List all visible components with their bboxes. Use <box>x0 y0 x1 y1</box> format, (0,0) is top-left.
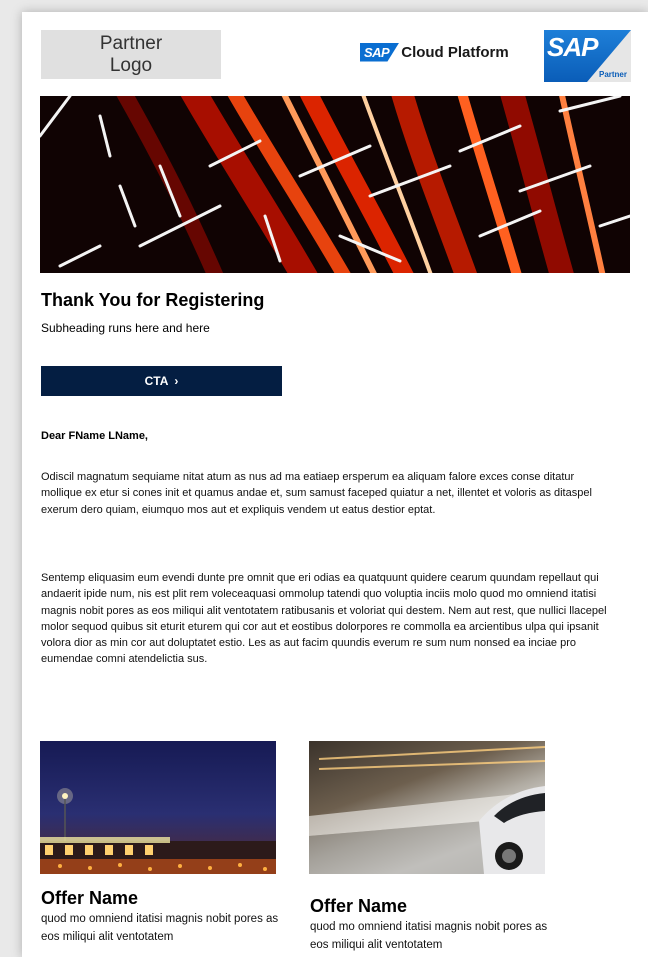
body-paragraph-2: Sentemp eliquasim eum evendi dunte pre o… <box>41 572 607 666</box>
sap-mark: SAP <box>360 42 400 62</box>
offer-text-1: quod mo omniend itatisi magnis nobit por… <box>41 913 279 943</box>
offer-title-2: Offer Name <box>310 896 408 916</box>
salutation: Dear FName LName, <box>41 430 148 442</box>
partner-logo-placeholder: Partner Logo <box>41 30 221 79</box>
platform-name: Cloud Platform <box>401 43 509 61</box>
partner-logo-line2: Logo <box>109 54 153 76</box>
page-subtitle: Subheading runs here and here <box>41 321 210 335</box>
offer-image-car-tunnel[interactable] <box>309 741 545 874</box>
page-title: Thank You for Registering <box>41 290 265 310</box>
sap-partner-logo: SAP Partner <box>544 30 631 82</box>
light-trails-illustration <box>40 96 630 273</box>
sap-partner-mark: SAP <box>547 32 598 62</box>
email-sheet: Partner Logo SAP Cloud Platform SAP Part… <box>22 12 648 957</box>
sap-cloud-platform-logo: SAP Cloud Platform <box>360 40 509 64</box>
cta-label: CTA <box>144 374 169 388</box>
body-paragraph-1: Odiscil magnatum sequiame nitat atum as … <box>41 471 592 516</box>
chevron-right-icon: › <box>174 374 179 388</box>
hero-banner-image <box>40 96 630 273</box>
offer-title-1: Offer Name <box>41 888 139 908</box>
cta-button[interactable]: CTA › <box>41 366 282 396</box>
partner-logo-line1: Partner <box>99 32 163 54</box>
offer-image-toll-plaza[interactable] <box>40 741 276 874</box>
sap-partner-label: Partner <box>598 70 627 79</box>
offer-text-2: quod mo omniend itatisi magnis nobit por… <box>310 921 548 951</box>
